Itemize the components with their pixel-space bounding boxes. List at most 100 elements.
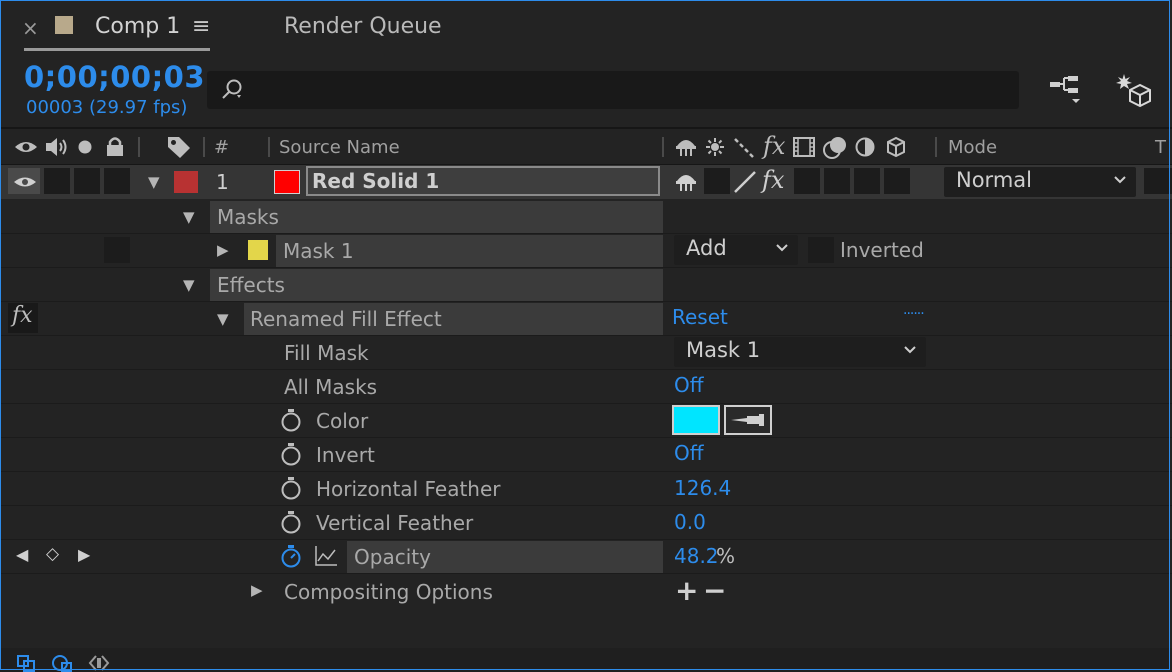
stopwatch-icon[interactable] — [280, 510, 302, 534]
chevron-down-icon — [776, 244, 788, 252]
stopwatch-icon[interactable] — [280, 442, 302, 466]
mask-color-swatch[interactable] — [248, 240, 268, 260]
masks-group-row[interactable]: ▼ Masks — [0, 200, 1172, 234]
close-tab-button[interactable]: × — [22, 16, 39, 40]
adjustment-switch[interactable] — [854, 168, 880, 194]
comp-flowchart-icon[interactable] — [1046, 72, 1086, 106]
tab-comp-1[interactable]: Comp 1 — [95, 14, 180, 39]
bottom-toolbar — [0, 648, 1172, 672]
expand-masks-triangle[interactable]: ▼ — [183, 208, 195, 226]
property-row-invert[interactable]: Invert Off — [0, 438, 1172, 472]
mask-mode-dropdown[interactable]: Add — [674, 235, 798, 265]
invert-value[interactable]: Off — [674, 441, 704, 465]
effect-row[interactable]: fx ▼ Renamed Fill Effect Reset ...... — [0, 302, 1172, 336]
lock-icon[interactable] — [104, 135, 126, 157]
expand-layer-triangle[interactable]: ▼ — [148, 173, 160, 191]
column-source-name[interactable]: Source Name — [279, 137, 400, 158]
chevron-down-icon — [904, 346, 916, 354]
all-masks-value[interactable]: Off — [674, 373, 704, 397]
mask-inverted-checkbox[interactable] — [808, 237, 834, 263]
solo-switch[interactable] — [74, 168, 100, 194]
expand-effects-triangle[interactable]: ▼ — [183, 276, 195, 294]
trkmat-dropdown[interactable] — [1144, 168, 1172, 194]
collapse-switch[interactable] — [704, 168, 730, 194]
effect-switch-icon[interactable]: fx — [762, 166, 784, 194]
search-icon[interactable] — [220, 78, 246, 102]
stopwatch-icon[interactable] — [280, 476, 302, 500]
add-mask-reference-button[interactable]: + — [675, 574, 698, 607]
current-time-display[interactable]: 0;00;00;03 — [24, 60, 205, 94]
shy-switch-icon[interactable] — [674, 171, 698, 193]
divider — [0, 127, 1172, 129]
layer-switches-toggle-icon[interactable] — [16, 654, 38, 672]
vertical-feather-value[interactable]: 0.0 — [674, 510, 706, 534]
effect-fx-icon[interactable]: fx — [12, 303, 33, 328]
motion-blur-switch[interactable] — [824, 168, 850, 194]
stopwatch-icon[interactable] — [280, 544, 302, 568]
frame-blend-switch[interactable] — [794, 168, 820, 194]
expand-effect-triangle[interactable]: ▼ — [217, 310, 229, 328]
stopwatch-icon[interactable] — [280, 408, 302, 432]
masks-label: Masks — [217, 205, 279, 229]
opacity-value[interactable]: 48.2 — [674, 544, 719, 568]
solo-icon[interactable] — [77, 139, 93, 155]
layer-name[interactable]: Red Solid 1 — [312, 169, 439, 193]
property-row-opacity[interactable]: ◀ ◇ ▶ Opacity 48.2 % — [0, 540, 1172, 574]
label-tag-icon[interactable] — [166, 135, 192, 159]
property-row-vertical-feather[interactable]: Vertical Feather 0.0 — [0, 506, 1172, 540]
mask-name[interactable]: Mask 1 — [283, 239, 354, 263]
expand-mask-triangle[interactable]: ▶ — [217, 241, 229, 259]
property-row-all-masks[interactable]: All Masks Off — [0, 370, 1172, 404]
audio-icon[interactable] — [44, 136, 68, 158]
eye-icon[interactable] — [13, 174, 37, 190]
3d-layer-icon[interactable] — [885, 136, 907, 158]
effect-about-link[interactable]: ...... — [903, 302, 925, 318]
compositing-options-row[interactable]: ▶ Compositing Options + − — [0, 574, 1172, 608]
collapse-transform-icon[interactable] — [705, 137, 725, 157]
search-input[interactable] — [256, 75, 1000, 107]
effects-group-row[interactable]: ▼ Effects — [0, 268, 1172, 302]
graph-editor-icon[interactable] — [314, 545, 338, 567]
lock-switch[interactable] — [104, 168, 130, 194]
effect-reset-link[interactable]: Reset — [672, 305, 728, 329]
effect-column-icon[interactable]: fx — [763, 132, 785, 160]
quality-icon[interactable] — [733, 136, 755, 158]
property-name: Color — [316, 409, 369, 433]
draft-3d-icon[interactable] — [1112, 70, 1154, 110]
in-out-toggle-icon[interactable] — [88, 654, 110, 672]
property-row-fill-mask[interactable]: Fill Mask Mask 1 — [0, 336, 1172, 370]
horizontal-feather-value[interactable]: 126.4 — [674, 476, 731, 500]
eye-icon[interactable] — [14, 138, 38, 156]
motion-blur-icon[interactable] — [822, 134, 850, 160]
audio-switch[interactable] — [44, 168, 70, 194]
layer-row[interactable]: ▼ 1 Red Solid 1 fx Normal — [0, 165, 1172, 199]
transfer-controls-toggle-icon[interactable] — [50, 654, 74, 672]
color-swatch[interactable] — [672, 405, 720, 435]
frame-blending-icon[interactable] — [792, 136, 816, 158]
layer-label-color[interactable] — [174, 171, 198, 193]
chevron-down-icon — [1114, 176, 1126, 184]
column-number[interactable]: # — [214, 137, 229, 158]
fill-mask-dropdown[interactable]: Mask 1 — [674, 337, 926, 367]
remove-mask-reference-button[interactable]: − — [703, 574, 726, 607]
expand-compositing-triangle[interactable]: ▶ — [251, 581, 263, 599]
effect-name[interactable]: Renamed Fill Effect — [250, 307, 442, 331]
column-trkmat[interactable]: T — [1155, 137, 1166, 158]
3d-switch[interactable] — [884, 168, 910, 194]
eyedropper-icon — [731, 414, 764, 426]
shy-icon[interactable] — [674, 136, 698, 158]
mask-row[interactable]: ▶ Mask 1 Add Inverted — [0, 234, 1172, 268]
column-mode[interactable]: Mode — [948, 137, 997, 158]
property-row-color[interactable]: Color — [0, 404, 1172, 438]
adjustment-layer-icon[interactable] — [855, 137, 875, 157]
property-row-horizontal-feather[interactable]: Horizontal Feather 126.4 — [0, 472, 1172, 506]
add-keyframe-button[interactable]: ◇ — [46, 544, 59, 564]
mask-lock-switch[interactable] — [104, 237, 130, 263]
divider — [935, 137, 937, 157]
panel-menu-button[interactable]: ≡ — [192, 14, 210, 39]
next-keyframe-button[interactable]: ▶ — [78, 545, 90, 564]
previous-keyframe-button[interactable]: ◀ — [16, 545, 28, 564]
blend-mode-dropdown[interactable]: Normal — [944, 167, 1136, 197]
quality-switch-icon[interactable] — [732, 170, 758, 194]
tab-render-queue[interactable]: Render Queue — [284, 14, 442, 39]
